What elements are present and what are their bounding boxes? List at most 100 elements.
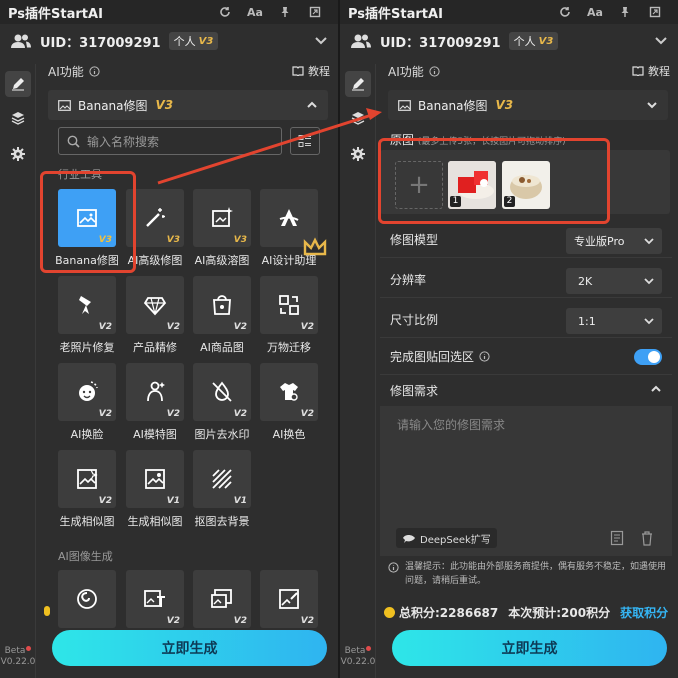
titlebar-right: Ps插件StartAI Aa	[340, 0, 678, 24]
refresh-icon[interactable]	[550, 0, 580, 24]
settings-nav-button[interactable]	[345, 141, 371, 167]
plan-label: 个人	[173, 35, 196, 48]
model-person-icon	[147, 381, 165, 402]
layers-nav-button[interactable]	[345, 105, 371, 131]
ratio-dropdown[interactable]: 1:1	[566, 308, 662, 334]
chevron-up-icon[interactable]	[306, 101, 318, 109]
trash-icon[interactable]	[640, 530, 654, 546]
side-nav-right: Beta V0.22.0	[340, 64, 376, 678]
window-icon[interactable]	[300, 0, 330, 24]
tutorial-link[interactable]: 教程	[292, 63, 332, 79]
tool-tile-19[interactable]: V2	[260, 570, 318, 628]
tool-tile-5[interactable]: V2	[58, 276, 116, 334]
tutorial-link-right[interactable]: 教程	[632, 63, 672, 79]
book-icon	[632, 66, 644, 76]
window-icon[interactable]	[640, 0, 670, 24]
ratio-value: 1:1	[578, 314, 596, 328]
tool-selector[interactable]: Banana修图 V3	[48, 90, 328, 120]
generate-button-right[interactable]: 立即生成	[392, 630, 667, 666]
plan-version: V3	[198, 35, 214, 47]
info-icon[interactable]	[479, 351, 490, 362]
tool-tile-18[interactable]: V2	[193, 570, 251, 628]
gear-icon	[351, 147, 365, 161]
estimate-points: 本次预计:200积分	[508, 606, 611, 620]
pin-icon[interactable]	[610, 0, 640, 24]
tool-version-badge: V2	[98, 322, 112, 332]
tool-tile-6[interactable]: V2	[126, 276, 184, 334]
tool-selector-right[interactable]: Banana修图 V3	[388, 90, 668, 120]
image-swap-icon	[211, 589, 232, 608]
gear-icon	[11, 147, 25, 161]
cutout-icon	[212, 469, 232, 489]
coin-icon-partial	[44, 606, 50, 616]
font-size-icon[interactable]: Aa	[240, 0, 270, 24]
beta-label-right: Beta	[344, 646, 366, 656]
list-view-button[interactable]	[290, 127, 320, 155]
tool-tile-16[interactable]	[58, 570, 116, 628]
image-icon	[398, 99, 411, 111]
transfer-icon	[279, 295, 299, 315]
generate-button-left[interactable]: 立即生成	[52, 630, 327, 666]
paste-back-toggle[interactable]	[634, 349, 662, 365]
coin-icon	[384, 607, 395, 618]
tool-version-badge: V2	[166, 616, 180, 626]
search-input[interactable]: 输入名称搜索	[58, 127, 282, 155]
chevron-down-icon	[644, 317, 654, 324]
tool-tile-11[interactable]: V2	[193, 363, 251, 421]
selector-name-right: Banana修图	[418, 98, 488, 113]
tool-label: AI设计助理	[261, 254, 317, 267]
chevron-down-icon[interactable]	[646, 101, 658, 109]
resolution-dropdown[interactable]: 2K	[566, 268, 662, 294]
tool-tile-17[interactable]: V2	[126, 570, 184, 628]
info-icon[interactable]	[429, 65, 440, 77]
tool-tile-15[interactable]: V1	[193, 450, 251, 508]
refresh-icon[interactable]	[210, 0, 240, 24]
layers-nav-button[interactable]	[5, 105, 31, 131]
tool-label: AI商品图	[200, 341, 244, 354]
paste-label: 完成图贴回选区	[390, 350, 475, 364]
settings-nav-button[interactable]	[5, 141, 31, 167]
pencil-icon	[352, 78, 364, 91]
tool-label: 抠图去背景	[194, 515, 250, 528]
tool-tile-10[interactable]: V2	[126, 363, 184, 421]
tool-label: AI换脸	[70, 428, 104, 441]
tip-content: 温馨提示：此功能由外部服务商提供，偶有服务不稳定，如遇使用问题，请稍后重试。	[405, 562, 667, 586]
pin-icon[interactable]	[270, 0, 300, 24]
tool-label: 图片去水印	[194, 428, 250, 441]
info-icon[interactable]	[89, 65, 100, 77]
chevron-down-icon[interactable]	[654, 36, 668, 46]
deepseek-expand-button[interactable]: DeepSeek扩写	[396, 528, 497, 548]
chevron-down-icon	[644, 277, 654, 284]
tool-tile-14[interactable]: V1	[126, 450, 184, 508]
chevron-down-icon[interactable]	[314, 36, 328, 46]
font-size-icon[interactable]: Aa	[580, 0, 610, 24]
layers-icon	[11, 112, 25, 125]
tool-tile-13[interactable]: V2	[58, 450, 116, 508]
tool-tile-7[interactable]: V2	[193, 276, 251, 334]
tool-tile-3[interactable]: V3	[193, 189, 251, 247]
tutorial-label-right: 教程	[648, 65, 670, 78]
tool-label: AI高级溶图	[194, 254, 250, 267]
model-dropdown[interactable]: 专业版Pro	[566, 228, 662, 254]
app-title-right: Ps插件StartAI	[348, 6, 443, 22]
chevron-up-icon[interactable]	[650, 385, 662, 393]
titlebar: Ps插件StartAI Aa	[0, 0, 338, 24]
edit-nav-button[interactable]	[345, 71, 371, 97]
get-points-link[interactable]: 获取积分	[620, 604, 668, 621]
tutorial-label: 教程	[308, 65, 330, 78]
tool-version-badge: V2	[233, 322, 247, 332]
tool-version-badge: V3	[233, 235, 247, 245]
plan-badge: 个人 V3	[168, 32, 219, 50]
clipboard-icon[interactable]	[610, 530, 624, 546]
resolution-value: 2K	[578, 274, 593, 288]
tool-tile-9[interactable]: V2	[58, 363, 116, 421]
tool-version-badge: V2	[300, 409, 314, 419]
highlight-box-tool	[40, 171, 136, 273]
tool-version-badge: V1	[233, 496, 247, 506]
tool-tile-12[interactable]: V2	[260, 363, 318, 421]
tool-version-badge: V2	[166, 409, 180, 419]
tool-tile-4[interactable]	[260, 189, 327, 256]
deepseek-label: DeepSeek扩写	[420, 534, 491, 546]
edit-nav-button[interactable]	[5, 71, 31, 97]
tool-tile-8[interactable]: V2	[260, 276, 318, 334]
